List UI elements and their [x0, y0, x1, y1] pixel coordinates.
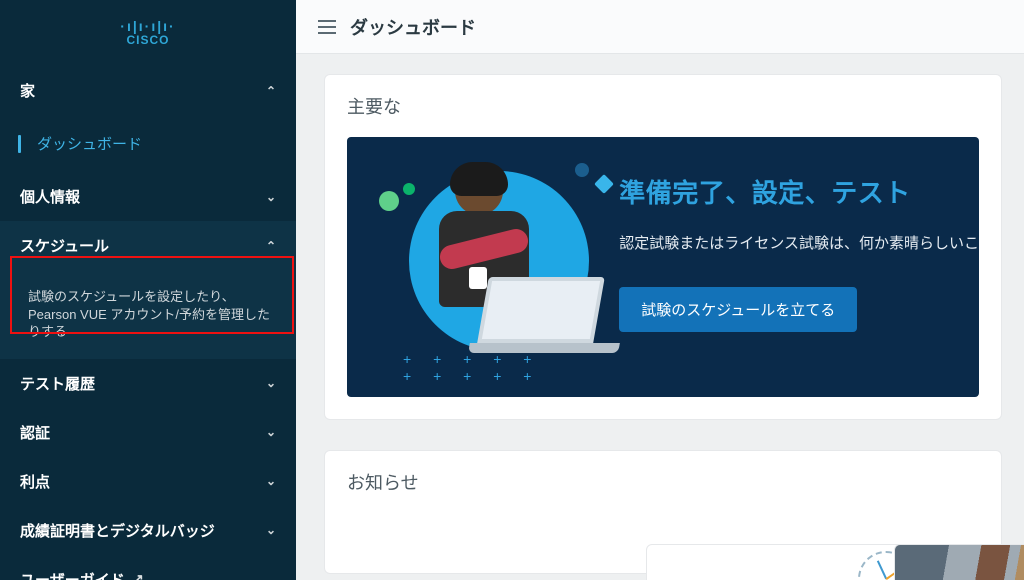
hero-title: 準備完了、設定、テスト [619, 173, 979, 210]
sidebar: ·ı|ı·ı|ı· CISCO 家 ⌃ ダッシュボード 個人情報 ⌄ スケジュー… [0, 0, 296, 580]
news-item-thumbnail[interactable] [894, 544, 1024, 580]
card-main: 主要な + + + + ++ + + + + [324, 74, 1002, 420]
content: 主要な + + + + ++ + + + + [296, 54, 1024, 574]
sidebar-item-user-guide[interactable]: ユーザーガイド ↗ [0, 555, 296, 580]
hamburger-menu-icon[interactable] [318, 20, 336, 34]
chevron-down-icon: ⌄ [266, 523, 276, 537]
sidebar-item-schedule-pearson[interactable]: 試験のスケジュールを設定したり、Pearson VUE アカウント/予約を管理し… [18, 278, 296, 351]
chevron-down-icon: ⌄ [266, 425, 276, 439]
plus-pattern-icon: + + + + ++ + + + + [403, 351, 540, 385]
chevron-down-icon: ⌄ [266, 376, 276, 390]
sidebar-item-transcripts[interactable]: 成績証明書とデジタルバッジ ⌄ [0, 506, 296, 555]
sidebar-item-label: 個人情報 [20, 186, 80, 207]
hero-banner: + + + + ++ + + + + 準備完了、設定、テスト 認定試験またはライ… [347, 137, 979, 397]
sidebar-item-test-history[interactable]: テスト履歴 ⌄ [0, 359, 296, 408]
sidebar-item-label: 家 [20, 80, 35, 101]
brand-name: CISCO [120, 34, 175, 47]
sidebar-item-label: 成績証明書とデジタルバッジ [20, 520, 215, 541]
topbar: ダッシュボード [296, 0, 1024, 54]
chevron-down-icon: ⌄ [266, 474, 276, 488]
chevron-up-icon: ⌃ [266, 239, 276, 253]
card-news-title: お知らせ [347, 469, 979, 495]
external-link-icon: ↗ [133, 571, 144, 580]
sidebar-submenu-home: ダッシュボード [0, 115, 296, 172]
sidebar-item-label: 利点 [20, 471, 50, 492]
sidebar-submenu-schedule: 試験のスケジュールを設定したり、Pearson VUE アカウント/予約を管理し… [0, 270, 296, 359]
hero-illustration: + + + + ++ + + + + [347, 137, 613, 397]
chevron-down-icon: ⌄ [266, 190, 276, 204]
sidebar-item-schedule[interactable]: スケジュール ⌃ [0, 221, 296, 270]
sidebar-item-label: スケジュール [20, 235, 109, 256]
page-title: ダッシュボード [350, 14, 476, 40]
sidebar-item-benefits[interactable]: 利点 ⌄ [0, 457, 296, 506]
sidebar-item-home[interactable]: 家 ⌃ [0, 66, 296, 115]
sidebar-item-personal-info[interactable]: 個人情報 ⌄ [0, 172, 296, 221]
brand-logo: ·ı|ı·ı|ı· CISCO [0, 0, 296, 66]
sidebar-item-label: ダッシュボード [37, 133, 142, 154]
sidebar-item-label: 認証 [20, 422, 50, 443]
chevron-up-icon: ⌃ [266, 84, 276, 98]
sidebar-item-dashboard[interactable]: ダッシュボード [18, 123, 296, 164]
people-photo-icon [895, 545, 1024, 580]
cisco-bars-icon: ·ı|ı·ı|ı· [120, 19, 175, 34]
active-indicator-icon [18, 135, 21, 153]
sidebar-item-label: テスト履歴 [20, 373, 95, 394]
hero-text: 認定試験またはライセンス試験は、何か素晴らしいこ [619, 232, 979, 253]
main-area: ダッシュボード 主要な + + [296, 0, 1024, 580]
card-main-title: 主要な [347, 93, 979, 119]
sidebar-item-label: ユーザーガイド [20, 569, 125, 580]
sidebar-nav: 家 ⌃ ダッシュボード 個人情報 ⌄ スケジュール ⌃ 試験のスケジュールを設定… [0, 66, 296, 580]
sidebar-item-certification[interactable]: 認証 ⌄ [0, 408, 296, 457]
schedule-exam-button[interactable]: 試験のスケジュールを立てる [619, 287, 857, 332]
